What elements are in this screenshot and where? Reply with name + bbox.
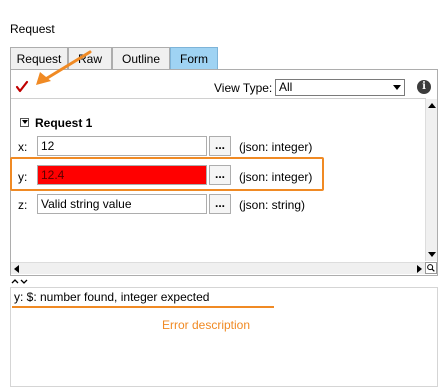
field-z-edit-button[interactable]: ...: [209, 194, 231, 214]
field-x-type: (json: integer): [239, 140, 313, 154]
field-z-input[interactable]: Valid string value: [37, 194, 207, 214]
zoom-icon[interactable]: [425, 262, 437, 274]
tab-outline[interactable]: Outline: [112, 47, 170, 69]
annotation-arrow-icon: [36, 50, 92, 85]
request-heading: Request 1: [35, 116, 93, 130]
error-highlight-box: [10, 157, 324, 191]
window-title: Request: [10, 22, 55, 36]
error-description-annotation: Error description: [162, 318, 251, 332]
scroll-left-icon[interactable]: [14, 265, 19, 273]
error-message: y: $: number found, integer expected: [14, 290, 210, 304]
splitter-arrows-icon[interactable]: [11, 277, 31, 287]
view-type-select[interactable]: All: [275, 79, 405, 96]
scroll-down-icon[interactable]: [428, 252, 436, 257]
collapse-toggle[interactable]: [20, 118, 29, 127]
field-z-type: (json: string): [239, 198, 306, 212]
tab-form[interactable]: Form: [170, 47, 218, 69]
field-label-x: x:: [18, 140, 28, 154]
vertical-scrollbar[interactable]: [425, 99, 437, 261]
scroll-up-icon[interactable]: [428, 103, 436, 108]
checkmark-icon[interactable]: [15, 80, 29, 94]
scroll-right-icon[interactable]: [417, 265, 422, 273]
view-type-value: All: [279, 80, 293, 94]
info-icon[interactable]: i: [417, 80, 431, 94]
view-type-label: View Type:: [214, 81, 273, 95]
field-x-input[interactable]: 12: [37, 136, 207, 156]
horizontal-scrollbar[interactable]: [11, 262, 425, 274]
error-underline: [12, 306, 274, 308]
field-x-edit-button[interactable]: ...: [209, 136, 231, 156]
chevron-down-icon: [393, 85, 401, 90]
field-label-z: z:: [18, 198, 28, 212]
